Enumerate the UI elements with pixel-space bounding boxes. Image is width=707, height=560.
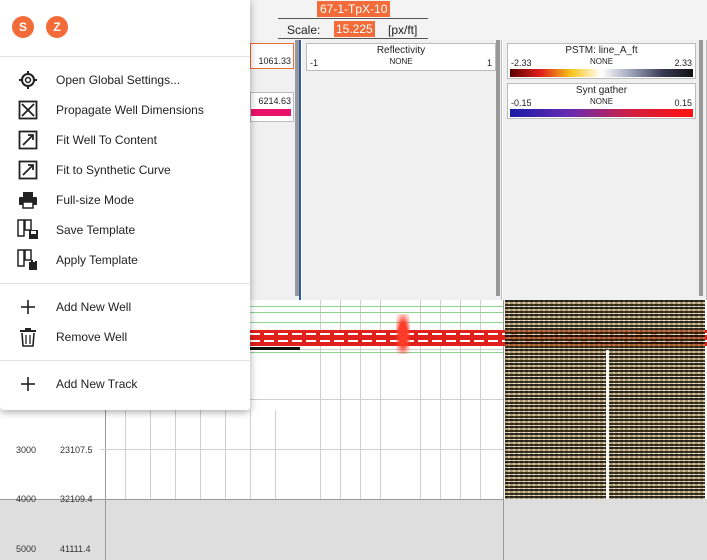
log-legend-2[interactable]: 6214.63 — [250, 92, 294, 122]
menu-save-template[interactable]: Save Template — [0, 215, 250, 245]
grid-line — [250, 410, 251, 499]
reflectivity-spike — [396, 314, 410, 354]
well-context-menu: S Z Open Global Settings... Propagate We… — [0, 0, 250, 410]
grid-line — [100, 449, 503, 450]
menu-add-new-track[interactable]: Add New Track — [0, 369, 250, 399]
menu-add-new-well[interactable]: Add New Well — [0, 292, 250, 322]
fit-curve-icon — [17, 159, 39, 181]
pstm-colorbar — [510, 69, 693, 77]
synt-min: -0.15 — [511, 98, 532, 108]
plus-icon — [17, 296, 39, 318]
reflectivity-title: Reflectivity — [376, 45, 426, 56]
grid-line — [150, 410, 151, 499]
synt-sub: NONE — [589, 97, 614, 106]
depth-md-5000: 5000 — [16, 544, 37, 554]
scale-unit: [px/ft] — [388, 23, 418, 37]
horizon-line — [250, 306, 503, 307]
grid-line — [225, 410, 226, 499]
scale-input[interactable]: 15.225 — [334, 21, 375, 37]
menu-label: Propagate Well Dimensions — [56, 103, 204, 117]
menu-label: Add New Well — [56, 300, 132, 314]
menu-fit-to-synthetic-curve[interactable]: Fit to Synthetic Curve — [0, 155, 250, 185]
log-legend-2-swatch — [251, 109, 291, 116]
depth-tvd-3000: 23107.5 — [60, 445, 93, 455]
menu-label: Fit Well To Content — [56, 133, 157, 147]
grid-line — [200, 410, 201, 499]
horizon-line — [250, 352, 503, 353]
plus-icon — [17, 373, 39, 395]
menu-fit-well-to-content[interactable]: Fit Well To Content — [0, 125, 250, 155]
synt-legend[interactable]: Synt gather NONE -0.15 0.15 — [507, 83, 696, 119]
grid-line — [175, 410, 176, 499]
menu-remove-well[interactable]: Remove Well — [0, 322, 250, 352]
reflectivity-legend[interactable]: Reflectivity NONE -1 1 — [306, 43, 496, 71]
log-track-header: 1061.33 6214.63 — [250, 40, 300, 300]
grid-line — [275, 410, 276, 499]
trash-icon — [17, 326, 39, 348]
menu-open-global-settings[interactable]: Open Global Settings... — [0, 65, 250, 95]
gear-icon — [17, 69, 39, 91]
menu-label: Save Template — [56, 223, 136, 237]
below-td-region — [0, 499, 707, 560]
menu-propagate-well-dimensions[interactable]: Propagate Well Dimensions — [0, 95, 250, 125]
synt-colorbar — [510, 109, 693, 117]
synt-max: 0.15 — [674, 98, 692, 108]
pstm-min: -2.33 — [511, 58, 532, 68]
log-legend-1-max: 1061.33 — [258, 56, 291, 66]
seismic-white-trace — [606, 350, 609, 499]
reflectivity-track-header: Reflectivity NONE -1 1 — [302, 40, 502, 300]
menu-label: Fit to Synthetic Curve — [56, 163, 171, 177]
track-scrollbar[interactable] — [699, 40, 703, 296]
depth-md-3000: 3000 — [16, 445, 37, 455]
reflectivity-sub: NONE — [389, 57, 413, 66]
propagate-icon — [17, 99, 39, 121]
menu-label: Apply Template — [56, 253, 138, 267]
scale-underline — [278, 38, 428, 39]
menu-divider — [0, 56, 250, 57]
pstm-sub: NONE — [589, 57, 614, 66]
apply-template-icon — [17, 249, 39, 271]
synt-title: Synt gather — [575, 85, 628, 96]
reflectivity-max: 1 — [486, 58, 492, 68]
grid-line — [125, 410, 126, 499]
horizon-line — [250, 322, 503, 323]
log-legend-2-max: 6214.63 — [258, 96, 291, 106]
lock-depth-icon[interactable]: Z — [46, 16, 68, 38]
marker-black — [250, 347, 300, 350]
depth-tvd-4000: 32109.4 — [60, 494, 93, 504]
scale-label: Scale: — [287, 23, 321, 37]
reflectivity-min: -1 — [310, 58, 319, 68]
menu-apply-template[interactable]: Apply Template — [0, 245, 250, 275]
seismic-track-header: PSTM: line_A_ft NONE -2.33 2.33 Synt gat… — [503, 40, 707, 300]
seismic-section[interactable] — [505, 300, 705, 499]
track-divider — [105, 400, 106, 560]
print-icon — [17, 189, 39, 211]
pstm-legend[interactable]: PSTM: line_A_ft NONE -2.33 2.33 — [507, 43, 696, 79]
menu-full-size-mode[interactable]: Full-size Mode — [0, 185, 250, 215]
well-title[interactable]: 67-1-TpX-10 — [317, 1, 391, 17]
menu-label: Open Global Settings... — [56, 73, 181, 87]
lock-scale-icon[interactable]: S — [12, 16, 34, 38]
title-underline — [278, 18, 428, 19]
track-scrollbar[interactable] — [496, 40, 500, 296]
horizon-line — [250, 312, 503, 313]
depth-tvd-5000: 41111.4 — [60, 544, 91, 554]
log-legend-1[interactable]: 1061.33 — [250, 43, 294, 69]
menu-label: Remove Well — [56, 330, 128, 344]
menu-label: Add New Track — [56, 377, 138, 391]
depth-md-4000: 4000 — [16, 494, 37, 504]
pstm-max: 2.33 — [674, 58, 692, 68]
menu-label: Full-size Mode — [56, 193, 135, 207]
pstm-title: PSTM: line_A_ft — [565, 45, 638, 56]
fit-content-icon — [17, 129, 39, 151]
save-template-icon — [17, 219, 39, 241]
menu-divider — [0, 283, 250, 284]
menu-divider — [0, 360, 250, 361]
